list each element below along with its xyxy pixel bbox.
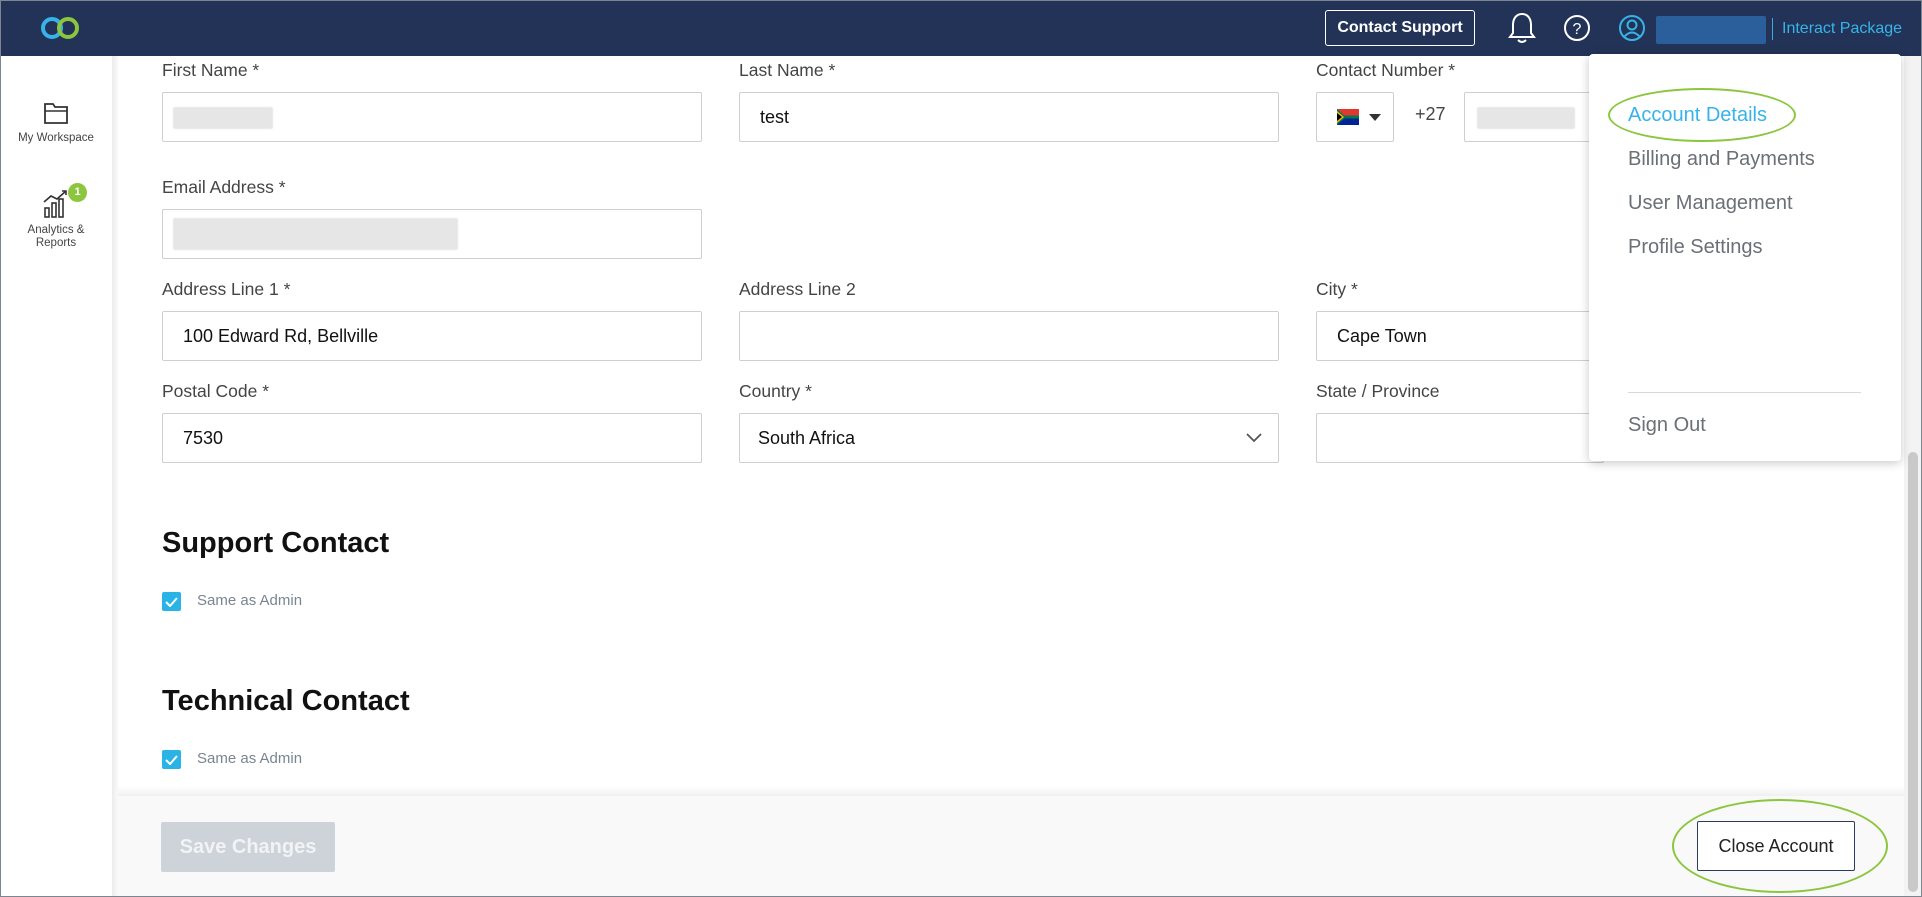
contact-number-label: Contact Number * bbox=[1316, 60, 1456, 80]
footer-shadow bbox=[118, 786, 1904, 796]
sidebar-item-label-line2: Reports bbox=[35, 237, 77, 249]
help-icon[interactable]: ? bbox=[1560, 11, 1594, 45]
footer-bar bbox=[118, 796, 1904, 897]
support-same-as-admin-label[interactable]: Same as Admin bbox=[197, 592, 302, 609]
city-label: City * bbox=[1316, 279, 1358, 299]
country-value: South Africa bbox=[758, 427, 856, 448]
user-avatar-icon[interactable] bbox=[1615, 11, 1649, 45]
menu-item-billing-and-payments[interactable]: Billing and Payments bbox=[1628, 148, 1815, 171]
sidebar-item-label: My Workspace bbox=[18, 132, 94, 144]
notification-badge: 1 bbox=[68, 183, 87, 202]
menu-item-sign-out[interactable]: Sign Out bbox=[1628, 414, 1706, 437]
last-name-input[interactable]: test bbox=[739, 92, 1279, 142]
package-label[interactable]: Interact Package bbox=[1782, 20, 1902, 38]
contact-number-input[interactable] bbox=[1464, 92, 1604, 142]
chevron-down-icon bbox=[1246, 433, 1262, 443]
svg-text:?: ? bbox=[1573, 21, 1582, 38]
postal-code-label: Postal Code * bbox=[162, 381, 270, 401]
contact-number-redacted bbox=[1477, 107, 1575, 129]
email-label: Email Address * bbox=[162, 177, 286, 197]
country-select[interactable]: South Africa bbox=[739, 413, 1279, 463]
menu-divider bbox=[1628, 392, 1861, 393]
sidebar-item-analytics[interactable]: 1 Analytics & Reports bbox=[0, 183, 112, 250]
caret-down-icon bbox=[1369, 114, 1381, 121]
technical-same-as-admin-checkbox[interactable] bbox=[162, 750, 181, 769]
save-changes-button[interactable]: Save Changes bbox=[161, 822, 335, 872]
account-menu: Account Details Billing and Payments Use… bbox=[1589, 54, 1901, 461]
checkmark-icon bbox=[165, 596, 178, 607]
last-name-label: Last Name * bbox=[739, 60, 836, 80]
technical-contact-title: Technical Contact bbox=[162, 685, 410, 717]
logo-icon[interactable] bbox=[38, 14, 82, 42]
state-input[interactable] bbox=[1316, 413, 1604, 463]
south-africa-flag-icon bbox=[1337, 109, 1359, 125]
first-name-redacted bbox=[173, 107, 273, 129]
postal-code-input[interactable]: 7530 bbox=[162, 413, 702, 463]
address1-input[interactable]: 100 Edward Rd, Bellville bbox=[162, 311, 702, 361]
email-input[interactable] bbox=[162, 209, 702, 259]
account-details-highlight bbox=[1608, 88, 1796, 142]
sidebar: My Workspace 1 Analytics & Reports bbox=[0, 56, 112, 897]
dial-code: +27 bbox=[1415, 104, 1446, 124]
folder-icon bbox=[44, 103, 68, 124]
bell-icon[interactable] bbox=[1505, 11, 1539, 45]
package-divider bbox=[1772, 18, 1773, 40]
city-input[interactable]: Cape Town bbox=[1316, 311, 1604, 361]
technical-same-as-admin-label[interactable]: Same as Admin bbox=[197, 750, 302, 767]
checkmark-icon bbox=[165, 754, 178, 765]
country-code-select[interactable] bbox=[1316, 92, 1394, 142]
address1-label: Address Line 1 * bbox=[162, 279, 291, 299]
sidebar-divider bbox=[112, 56, 118, 897]
state-label: State / Province bbox=[1316, 381, 1440, 401]
support-contact-title: Support Contact bbox=[162, 527, 390, 559]
analytics-icon bbox=[43, 190, 67, 218]
support-same-as-admin-checkbox[interactable] bbox=[162, 592, 181, 611]
first-name-label: First Name * bbox=[162, 60, 260, 80]
close-account-highlight bbox=[1672, 799, 1888, 893]
email-redacted bbox=[173, 218, 458, 250]
username-redacted[interactable] bbox=[1656, 16, 1766, 44]
menu-item-profile-settings[interactable]: Profile Settings bbox=[1628, 236, 1763, 259]
address2-input[interactable] bbox=[739, 311, 1279, 361]
top-bar: Contact Support ? Interact Package bbox=[0, 0, 1922, 56]
first-name-input[interactable] bbox=[162, 92, 702, 142]
sidebar-item-label-line1: Analytics & bbox=[27, 224, 85, 236]
sidebar-item-my-workspace[interactable]: My Workspace bbox=[0, 100, 112, 145]
scrollbar-thumb[interactable] bbox=[1908, 452, 1918, 892]
address2-label: Address Line 2 bbox=[739, 279, 856, 299]
country-label: Country * bbox=[739, 381, 812, 401]
menu-item-user-management[interactable]: User Management bbox=[1628, 192, 1793, 215]
contact-support-button[interactable]: Contact Support bbox=[1325, 10, 1475, 46]
